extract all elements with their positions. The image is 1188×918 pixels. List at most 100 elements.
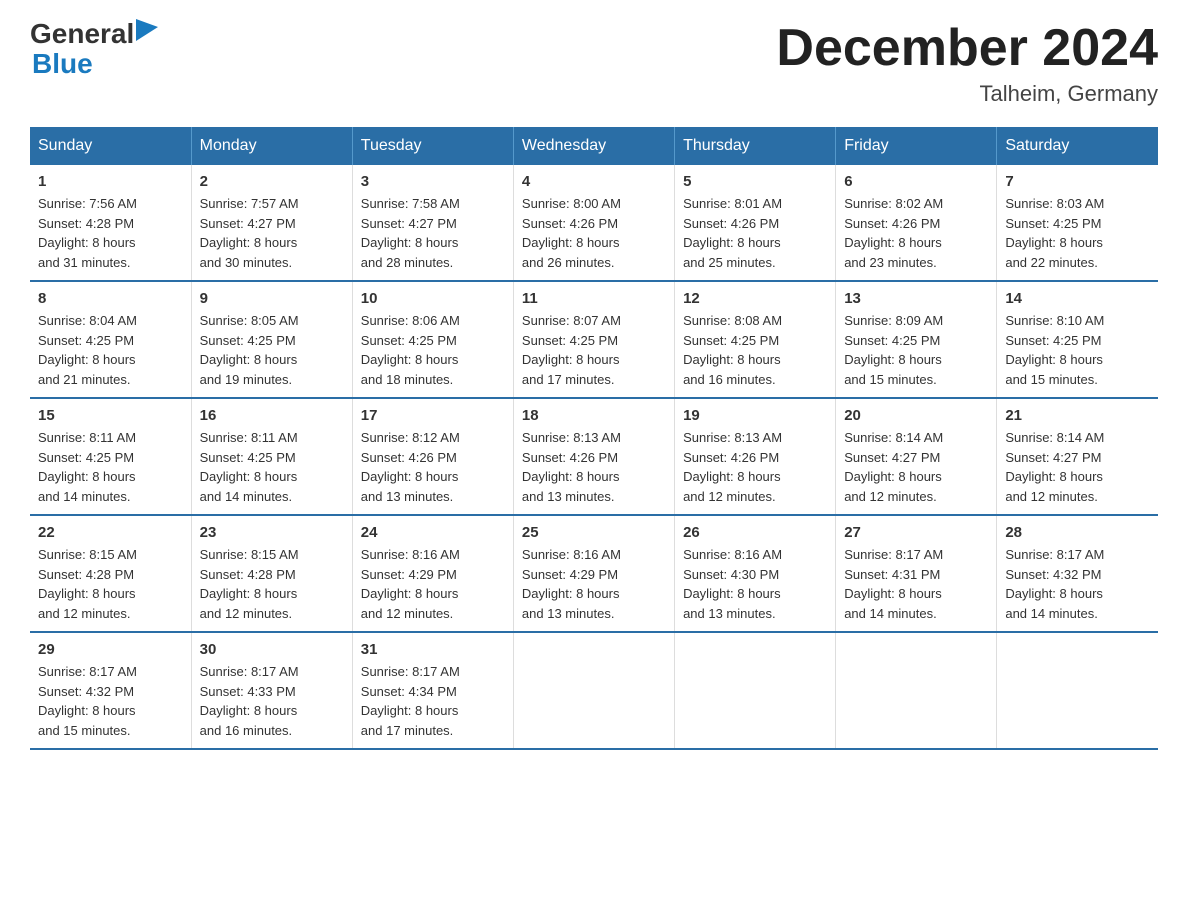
calendar-cell: 13 Sunrise: 8:09 AM Sunset: 4:25 PM Dayl…: [836, 281, 997, 398]
calendar-cell: 30 Sunrise: 8:17 AM Sunset: 4:33 PM Dayl…: [191, 632, 352, 749]
logo-general: General: [30, 20, 134, 48]
day-number: 18: [522, 407, 666, 424]
calendar-cell: 3 Sunrise: 7:58 AM Sunset: 4:27 PM Dayli…: [352, 165, 513, 281]
logo-blue: Blue: [32, 48, 93, 79]
calendar-cell: [836, 632, 997, 749]
day-number: 19: [683, 407, 827, 424]
day-info: Sunrise: 8:16 AM Sunset: 4:29 PM Dayligh…: [522, 545, 666, 623]
day-info: Sunrise: 8:12 AM Sunset: 4:26 PM Dayligh…: [361, 428, 505, 506]
day-number: 23: [200, 524, 344, 541]
day-info: Sunrise: 8:16 AM Sunset: 4:29 PM Dayligh…: [361, 545, 505, 623]
calendar-week-1: 1 Sunrise: 7:56 AM Sunset: 4:28 PM Dayli…: [30, 165, 1158, 281]
day-info: Sunrise: 8:13 AM Sunset: 4:26 PM Dayligh…: [683, 428, 827, 506]
day-number: 5: [683, 173, 827, 190]
header-row: Sunday Monday Tuesday Wednesday Thursday…: [30, 127, 1158, 165]
calendar-subtitle: Talheim, Germany: [776, 81, 1158, 107]
calendar-cell: [997, 632, 1158, 749]
day-number: 16: [200, 407, 344, 424]
day-number: 2: [200, 173, 344, 190]
day-number: 26: [683, 524, 827, 541]
day-number: 31: [361, 641, 505, 658]
day-info: Sunrise: 8:08 AM Sunset: 4:25 PM Dayligh…: [683, 311, 827, 389]
day-info: Sunrise: 8:17 AM Sunset: 4:32 PM Dayligh…: [1005, 545, 1150, 623]
calendar-cell: 7 Sunrise: 8:03 AM Sunset: 4:25 PM Dayli…: [997, 165, 1158, 281]
col-friday: Friday: [836, 127, 997, 165]
day-number: 20: [844, 407, 988, 424]
calendar-body: 1 Sunrise: 7:56 AM Sunset: 4:28 PM Dayli…: [30, 165, 1158, 749]
col-thursday: Thursday: [675, 127, 836, 165]
day-info: Sunrise: 8:01 AM Sunset: 4:26 PM Dayligh…: [683, 194, 827, 272]
calendar-cell: 4 Sunrise: 8:00 AM Sunset: 4:26 PM Dayli…: [513, 165, 674, 281]
day-info: Sunrise: 8:11 AM Sunset: 4:25 PM Dayligh…: [38, 428, 183, 506]
col-saturday: Saturday: [997, 127, 1158, 165]
calendar-cell: [675, 632, 836, 749]
calendar-cell: 15 Sunrise: 8:11 AM Sunset: 4:25 PM Dayl…: [30, 398, 191, 515]
calendar-cell: 6 Sunrise: 8:02 AM Sunset: 4:26 PM Dayli…: [836, 165, 997, 281]
day-number: 13: [844, 290, 988, 307]
calendar-cell: 24 Sunrise: 8:16 AM Sunset: 4:29 PM Dayl…: [352, 515, 513, 632]
day-number: 10: [361, 290, 505, 307]
logo-arrow-icon: [136, 19, 158, 41]
day-number: 11: [522, 290, 666, 307]
calendar-table: Sunday Monday Tuesday Wednesday Thursday…: [30, 127, 1158, 750]
day-number: 8: [38, 290, 183, 307]
day-info: Sunrise: 8:07 AM Sunset: 4:25 PM Dayligh…: [522, 311, 666, 389]
calendar-cell: 2 Sunrise: 7:57 AM Sunset: 4:27 PM Dayli…: [191, 165, 352, 281]
day-number: 24: [361, 524, 505, 541]
calendar-cell: 20 Sunrise: 8:14 AM Sunset: 4:27 PM Dayl…: [836, 398, 997, 515]
day-info: Sunrise: 8:16 AM Sunset: 4:30 PM Dayligh…: [683, 545, 827, 623]
day-number: 9: [200, 290, 344, 307]
col-tuesday: Tuesday: [352, 127, 513, 165]
day-number: 7: [1005, 173, 1150, 190]
day-number: 27: [844, 524, 988, 541]
day-info: Sunrise: 8:14 AM Sunset: 4:27 PM Dayligh…: [1005, 428, 1150, 506]
day-info: Sunrise: 8:02 AM Sunset: 4:26 PM Dayligh…: [844, 194, 988, 272]
calendar-cell: 28 Sunrise: 8:17 AM Sunset: 4:32 PM Dayl…: [997, 515, 1158, 632]
calendar-cell: 12 Sunrise: 8:08 AM Sunset: 4:25 PM Dayl…: [675, 281, 836, 398]
calendar-cell: 9 Sunrise: 8:05 AM Sunset: 4:25 PM Dayli…: [191, 281, 352, 398]
day-info: Sunrise: 8:13 AM Sunset: 4:26 PM Dayligh…: [522, 428, 666, 506]
day-number: 28: [1005, 524, 1150, 541]
day-info: Sunrise: 8:14 AM Sunset: 4:27 PM Dayligh…: [844, 428, 988, 506]
day-number: 12: [683, 290, 827, 307]
calendar-cell: 14 Sunrise: 8:10 AM Sunset: 4:25 PM Dayl…: [997, 281, 1158, 398]
day-info: Sunrise: 8:04 AM Sunset: 4:25 PM Dayligh…: [38, 311, 183, 389]
calendar-week-5: 29 Sunrise: 8:17 AM Sunset: 4:32 PM Dayl…: [30, 632, 1158, 749]
calendar-cell: 16 Sunrise: 8:11 AM Sunset: 4:25 PM Dayl…: [191, 398, 352, 515]
day-info: Sunrise: 8:06 AM Sunset: 4:25 PM Dayligh…: [361, 311, 505, 389]
day-info: Sunrise: 8:00 AM Sunset: 4:26 PM Dayligh…: [522, 194, 666, 272]
day-number: 3: [361, 173, 505, 190]
calendar-cell: 25 Sunrise: 8:16 AM Sunset: 4:29 PM Dayl…: [513, 515, 674, 632]
calendar-cell: 8 Sunrise: 8:04 AM Sunset: 4:25 PM Dayli…: [30, 281, 191, 398]
day-info: Sunrise: 8:09 AM Sunset: 4:25 PM Dayligh…: [844, 311, 988, 389]
day-number: 30: [200, 641, 344, 658]
day-info: Sunrise: 7:56 AM Sunset: 4:28 PM Dayligh…: [38, 194, 183, 272]
day-number: 4: [522, 173, 666, 190]
calendar-week-2: 8 Sunrise: 8:04 AM Sunset: 4:25 PM Dayli…: [30, 281, 1158, 398]
day-info: Sunrise: 7:58 AM Sunset: 4:27 PM Dayligh…: [361, 194, 505, 272]
calendar-cell: 21 Sunrise: 8:14 AM Sunset: 4:27 PM Dayl…: [997, 398, 1158, 515]
day-info: Sunrise: 8:17 AM Sunset: 4:32 PM Dayligh…: [38, 662, 183, 740]
calendar-cell: 29 Sunrise: 8:17 AM Sunset: 4:32 PM Dayl…: [30, 632, 191, 749]
day-info: Sunrise: 7:57 AM Sunset: 4:27 PM Dayligh…: [200, 194, 344, 272]
calendar-header: Sunday Monday Tuesday Wednesday Thursday…: [30, 127, 1158, 165]
calendar-week-3: 15 Sunrise: 8:11 AM Sunset: 4:25 PM Dayl…: [30, 398, 1158, 515]
calendar-cell: 10 Sunrise: 8:06 AM Sunset: 4:25 PM Dayl…: [352, 281, 513, 398]
day-number: 21: [1005, 407, 1150, 424]
day-number: 1: [38, 173, 183, 190]
day-info: Sunrise: 8:10 AM Sunset: 4:25 PM Dayligh…: [1005, 311, 1150, 389]
day-number: 15: [38, 407, 183, 424]
calendar-cell: [513, 632, 674, 749]
calendar-cell: 11 Sunrise: 8:07 AM Sunset: 4:25 PM Dayl…: [513, 281, 674, 398]
day-info: Sunrise: 8:17 AM Sunset: 4:34 PM Dayligh…: [361, 662, 505, 740]
calendar-cell: 23 Sunrise: 8:15 AM Sunset: 4:28 PM Dayl…: [191, 515, 352, 632]
day-info: Sunrise: 8:17 AM Sunset: 4:31 PM Dayligh…: [844, 545, 988, 623]
calendar-cell: 17 Sunrise: 8:12 AM Sunset: 4:26 PM Dayl…: [352, 398, 513, 515]
day-number: 29: [38, 641, 183, 658]
day-info: Sunrise: 8:11 AM Sunset: 4:25 PM Dayligh…: [200, 428, 344, 506]
logo: General Blue: [30, 20, 158, 80]
calendar-cell: 18 Sunrise: 8:13 AM Sunset: 4:26 PM Dayl…: [513, 398, 674, 515]
day-number: 6: [844, 173, 988, 190]
calendar-cell: 31 Sunrise: 8:17 AM Sunset: 4:34 PM Dayl…: [352, 632, 513, 749]
title-area: December 2024 Talheim, Germany: [776, 20, 1158, 107]
